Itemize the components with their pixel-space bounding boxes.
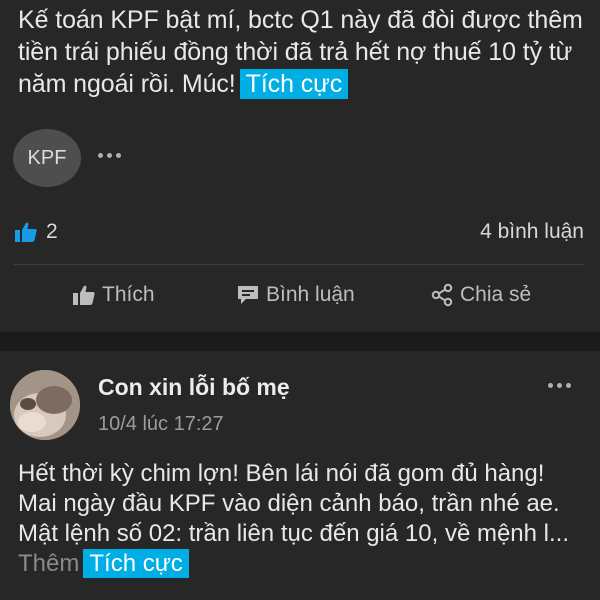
sentiment-tag[interactable]: Tích cực — [83, 549, 189, 578]
like-count-value: 2 — [46, 220, 58, 243]
action-bar: Thích Bình luận Chia sẻ — [0, 283, 600, 317]
comment-label: Bình luận — [266, 283, 355, 306]
post-text: Hết thời kỳ chim lợn! Bên lái nói đã gom… — [18, 459, 588, 579]
thumbs-up-icon — [15, 222, 37, 242]
share-icon — [431, 283, 453, 307]
author-name[interactable]: Con xin lỗi bố mẹ — [98, 374, 290, 401]
comment-count[interactable]: 4 bình luận — [480, 220, 584, 244]
more-options-icon[interactable] — [548, 383, 571, 388]
divider — [14, 264, 584, 265]
like-count[interactable]: 2 — [14, 220, 58, 244]
post-body-line: Hết thời kỳ chim lợn! Bên lái nói đã gom… — [18, 460, 545, 487]
comment-icon — [238, 286, 258, 304]
thumbs-up-icon — [73, 285, 95, 305]
sentiment-tag[interactable]: Tích cực — [239, 69, 349, 99]
post-text: Kế toán KPF bật mí, bctc Q1 này đã đòi đ… — [18, 4, 588, 100]
avatar[interactable]: KPF — [13, 129, 81, 187]
post-timestamp[interactable]: 10/4 lúc 17:27 — [98, 413, 224, 436]
post-body-line: Mai ngày đầu KPF vào diện cảnh báo, trần… — [18, 490, 569, 547]
more-options-icon[interactable] — [98, 153, 121, 158]
reaction-stats: 2 4 bình luận — [14, 220, 584, 248]
see-more-link[interactable]: Thêm — [18, 550, 79, 577]
avatar[interactable] — [10, 370, 80, 440]
post-card: Con xin lỗi bố mẹ 10/4 lúc 17:27 Hết thờ… — [0, 351, 600, 600]
share-button[interactable]: Chia sẻ — [430, 283, 531, 307]
like-button[interactable]: Thích — [72, 283, 155, 307]
comment-button[interactable]: Bình luận — [236, 283, 355, 307]
profile-photo — [10, 370, 80, 440]
share-label: Chia sẻ — [460, 283, 532, 306]
post-card: Kế toán KPF bật mí, bctc Q1 này đã đòi đ… — [0, 0, 600, 332]
like-label: Thích — [102, 283, 155, 306]
avatar-label: KPF — [27, 146, 67, 169]
